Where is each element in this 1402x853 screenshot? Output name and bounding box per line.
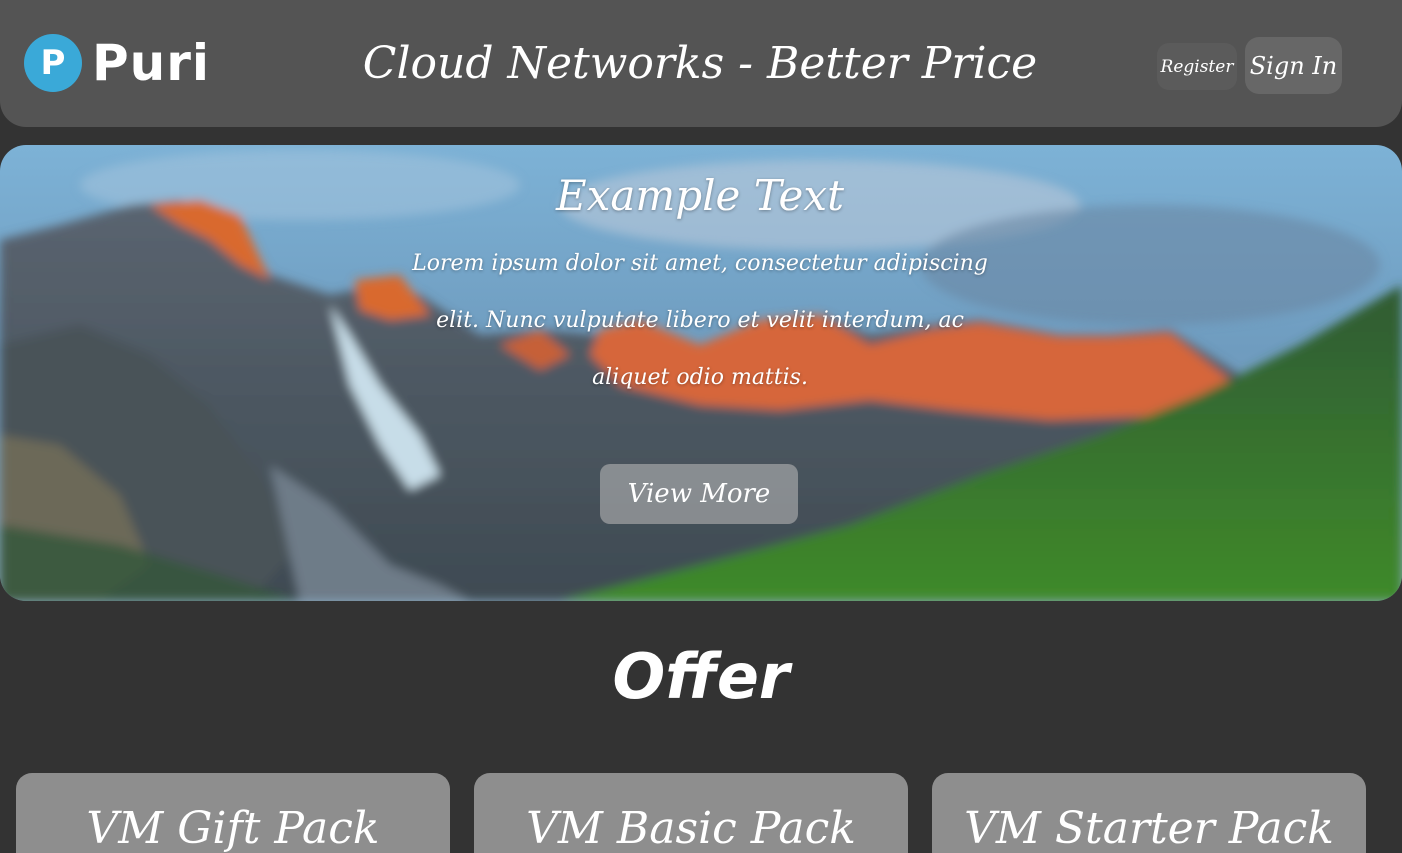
- hero-description: Lorem ipsum dolor sit amet, consectetur …: [412, 251, 988, 390]
- logo[interactable]: P Puri: [24, 34, 210, 92]
- sign-in-button[interactable]: Sign In: [1245, 37, 1342, 94]
- offer-card-title: VM Starter Pack: [964, 803, 1334, 853]
- register-button[interactable]: Register: [1157, 43, 1237, 90]
- view-more-button[interactable]: View More: [600, 464, 798, 524]
- offer-card-basic[interactable]: VM Basic Pack: [474, 773, 908, 853]
- offer-section-title: Offer: [612, 640, 790, 713]
- site-title: Cloud Networks - Better Price: [362, 38, 1038, 89]
- offer-card-starter[interactable]: VM Starter Pack: [932, 773, 1366, 853]
- logo-text: Puri: [92, 34, 211, 92]
- offer-cards: VM Gift Pack VM Basic Pack VM Starter Pa…: [0, 773, 1402, 853]
- offer-card-title: VM Gift Pack: [86, 803, 380, 853]
- offer-card-title: VM Basic Pack: [526, 803, 856, 853]
- offer-card-gift[interactable]: VM Gift Pack: [16, 773, 450, 853]
- logo-icon: P: [24, 34, 82, 92]
- hero-banner: Example Text Lorem ipsum dolor sit amet,…: [0, 145, 1402, 601]
- hero-title: Example Text: [556, 171, 844, 220]
- site-header: P Puri Cloud Networks - Better Price Reg…: [0, 0, 1402, 127]
